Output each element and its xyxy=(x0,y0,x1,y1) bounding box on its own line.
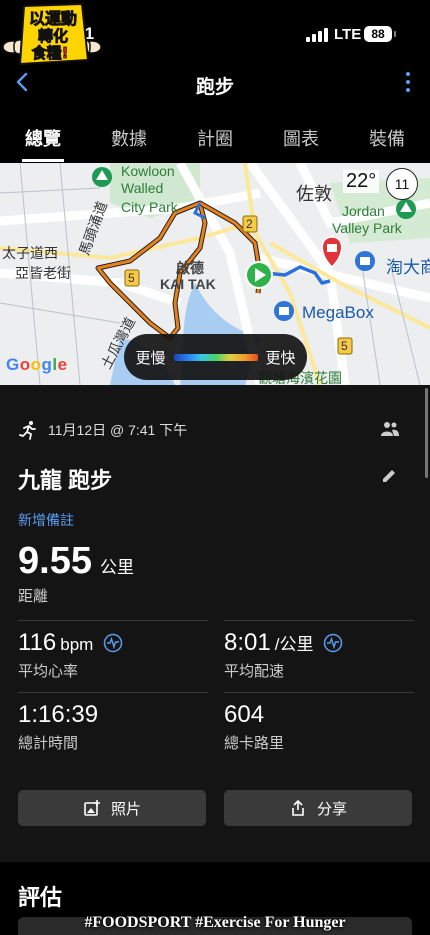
map-label-walled: Walled xyxy=(121,180,164,196)
stat-value: 8:01 xyxy=(224,629,271,656)
share-icon xyxy=(292,799,304,816)
route-shield-2: 2 xyxy=(246,217,253,231)
assessment-title: 評估 xyxy=(18,885,63,910)
map-label-megabox: MegaBox xyxy=(302,303,374,322)
speed-gradient-bar xyxy=(173,353,258,361)
activity-datetime: 11月12日 @ 7:41 下午 xyxy=(48,422,188,438)
map-label-kai-tak-zh: 啟德 xyxy=(176,260,204,276)
stat-avg-heart-rate: 116 bpm 平均心率 xyxy=(18,620,208,681)
stat-label: 平均配速 xyxy=(224,663,285,680)
stat-avg-pace: 8:01 /公里 平均配速 xyxy=(224,620,414,681)
stat-value: 116 xyxy=(18,629,57,656)
svg-text:轉化: 轉化 xyxy=(38,27,68,45)
google-logo: Google xyxy=(6,355,68,374)
photos-button[interactable]: 照片 xyxy=(18,790,206,826)
distance-value: 9.55 公里 xyxy=(18,540,134,583)
stat-label: 平均心率 xyxy=(18,663,79,680)
map-label-kai-tak: KAI TAK xyxy=(160,276,216,292)
faster-label: 更快 xyxy=(265,349,296,367)
stat-total-time: 1:16:39 總計時間 xyxy=(18,692,208,753)
distance-number: 9.55 xyxy=(18,540,92,582)
svg-text:以運動: 以運動 xyxy=(29,9,77,28)
network-type: LTE xyxy=(334,26,362,43)
map-label-amoy-plaza: 淘大商 xyxy=(386,258,430,277)
scrollbar[interactable] xyxy=(425,388,428,478)
tab-laps[interactable]: 計圈 xyxy=(172,112,258,162)
stat-label: 總計時間 xyxy=(18,735,79,752)
map-label-city-park: City Park xyxy=(121,199,178,215)
photos-label: 照片 xyxy=(110,800,141,818)
share-button[interactable]: 分享 xyxy=(224,790,412,826)
compass-icon: 11 xyxy=(386,168,418,200)
map-label-prince-edward: 太子道西 xyxy=(2,245,58,261)
map-label-jordan-zh: 佐敦 xyxy=(296,184,332,204)
signal-icon xyxy=(306,28,328,42)
activity-name: 九龍 跑步 xyxy=(18,468,113,493)
page-title: 跑步 xyxy=(195,77,234,98)
tab-stats[interactable]: 數據 xyxy=(86,112,172,162)
temperature-badge: 22° xyxy=(343,170,380,193)
tab-overview[interactable]: 總覽 xyxy=(0,112,86,162)
pencil-icon[interactable] xyxy=(380,467,398,485)
add-photo-icon xyxy=(84,800,100,816)
stat-label: 總卡路里 xyxy=(224,735,285,752)
people-icon[interactable] xyxy=(380,420,400,438)
share-label: 分享 xyxy=(316,800,347,818)
route-shield-5: 5 xyxy=(128,271,135,285)
distance-unit: 公里 xyxy=(99,558,134,577)
stat-value: 604 xyxy=(224,701,265,728)
tab-bar: 總覽 數據 計圈 圖表 裝備 xyxy=(0,112,430,162)
watermark-text: #FOODSPORT #Exercise For Hunger xyxy=(84,914,346,931)
battery-icon: 88 xyxy=(364,26,396,42)
top-bar: 跑步 xyxy=(0,62,430,108)
svg-text:食糧!: 食糧! xyxy=(32,44,69,62)
tab-gear[interactable]: 裝備 xyxy=(344,112,430,162)
activity-date-row: 11月12日 @ 7:41 下午 xyxy=(18,420,187,440)
map-label-argyle: 亞皆老街 xyxy=(15,265,71,281)
heart-rate-chart-icon[interactable] xyxy=(103,633,123,653)
speed-legend: 更慢 更快 xyxy=(124,334,307,380)
slower-label: 更慢 xyxy=(135,349,166,367)
pace-chart-icon[interactable] xyxy=(323,633,343,653)
running-icon xyxy=(19,421,36,440)
stat-unit: bpm xyxy=(60,635,94,654)
more-options-icon[interactable] xyxy=(404,72,412,96)
route-shield-5b: 5 xyxy=(341,339,348,353)
add-note-link[interactable]: 新增備註 xyxy=(18,510,74,530)
distance-label: 距離 xyxy=(18,588,49,605)
tab-charts[interactable]: 圖表 xyxy=(258,112,344,162)
stat-value: 1:16:39 xyxy=(18,701,99,728)
map-label-valley-park: Valley Park xyxy=(332,220,402,236)
stat-total-calories: 604 總卡路里 xyxy=(224,692,414,753)
map-label-kowloon: Kowloon xyxy=(121,163,175,179)
stat-unit: /公里 xyxy=(274,635,314,654)
map-label-jordan: Jordan xyxy=(342,203,385,219)
